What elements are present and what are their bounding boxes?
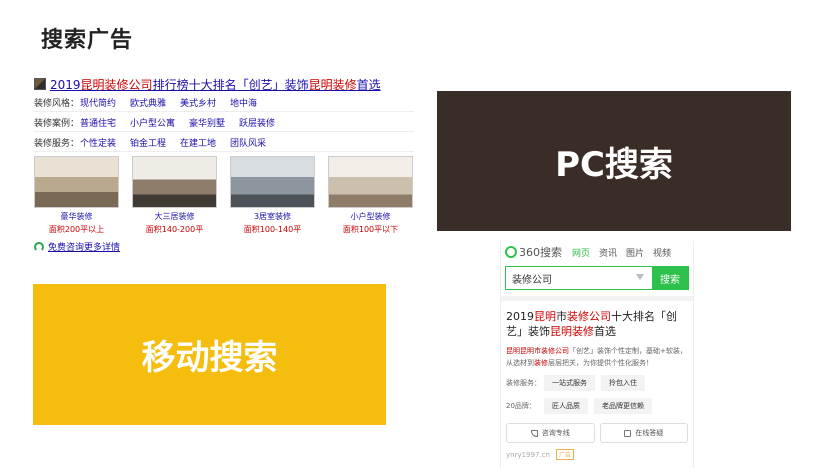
filter-icon[interactable] (636, 274, 644, 280)
consult-row: 免费咨询更多详情 (34, 240, 414, 253)
service-label: 装修服务： (506, 379, 541, 387)
sitelink[interactable]: 普通住宅 (80, 116, 116, 129)
thumbnail-subcaption: 面积200平以上 (48, 225, 105, 234)
thumbnail-card[interactable]: 3居室装修 面积100-140平 (230, 156, 315, 235)
mobile-logo[interactable]: 360搜索 (505, 244, 562, 260)
sitelink[interactable]: 欧式典雅 (130, 96, 166, 109)
service-chip-row: 装修服务： 一站式服务 拎包入住 (506, 374, 688, 392)
ad-badge: 广告 (555, 449, 574, 460)
sitelink[interactable]: 美式乡村 (180, 96, 216, 109)
consult-hotline-button[interactable]: 咨询专线 (506, 423, 595, 443)
thumbnail-card[interactable]: 豪华装修 面积200平以上 (34, 156, 119, 235)
tab-web[interactable]: 网页 (572, 246, 590, 259)
mobile-search-input[interactable]: 装修公司 (506, 267, 652, 289)
thumbnail-image[interactable] (328, 156, 413, 208)
mobile-search-label: 移动搜索 (33, 284, 386, 425)
result-url: ynry1997.cn (506, 450, 550, 459)
sitelink[interactable]: 铂金工程 (130, 136, 166, 149)
sitelink[interactable]: 现代简约 (80, 96, 116, 109)
thumbnail-image[interactable] (132, 156, 217, 208)
mobile-result-title[interactable]: 2019昆明市装修公司十大排名「创艺」装饰昆明装修首选 (506, 309, 688, 339)
button-label: 在线答疑 (635, 429, 664, 437)
pc-search-result: 2019昆明装修公司排行榜十大排名「创艺」装饰昆明装修首选 装修风格： 现代简约… (34, 76, 414, 256)
pc-search-label: PC搜索 (437, 91, 791, 231)
thumbnail-card[interactable]: 大三居装修 面积140-200平 (132, 156, 217, 235)
mobile-search-bar: 装修公司 搜索 (505, 266, 689, 290)
thumbnail-subcaption: 面积100-140平 (243, 225, 302, 234)
sitelink-row-label: 装修服务： (34, 139, 80, 149)
headset-icon (34, 241, 44, 252)
thumbnail-image[interactable] (34, 156, 119, 208)
mobile-search-button[interactable]: 搜索 (652, 267, 688, 289)
tab-video[interactable]: 视频 (653, 246, 671, 259)
site-favicon-icon (34, 78, 46, 90)
sitelink-row-label: 装修风格： (34, 99, 80, 109)
sitelink[interactable]: 地中海 (230, 96, 257, 109)
mobile-nav: 360搜索 网页 资讯 图片 视频 (501, 241, 693, 263)
pc-sitelink-row-service: 装修服务： 个性定装 铂金工程 在建工地 团队风采 (34, 134, 414, 152)
tab-images[interactable]: 图片 (626, 246, 644, 259)
sitelink[interactable]: 小户型公寓 (130, 116, 175, 129)
search-query-text: 装修公司 (512, 274, 552, 286)
consult-link[interactable]: 免费咨询更多详情 (48, 240, 120, 253)
logo-text: 360搜索 (519, 246, 562, 259)
pc-thumbnail-row: 豪华装修 面积200平以上 大三居装修 面积140-200平 3居室装修 面积1… (34, 156, 414, 235)
service-chip[interactable]: 一站式服务 (544, 375, 595, 391)
brand-label: 20品牌： (506, 402, 536, 410)
thumbnail-card[interactable]: 小户型装修 面积100平以下 (328, 156, 413, 235)
360-logo-icon (505, 246, 517, 258)
page-title: 搜索广告 (41, 28, 134, 53)
pc-sitelink-row-case: 装修案例： 普通住宅 小户型公寓 豪华别墅 跃层装修 (34, 114, 414, 132)
sitelink[interactable]: 个性定装 (80, 136, 116, 149)
mobile-result-description: 昆明昆明市装修公司「创艺」装饰个性定制，基础+软装，从选材到装修层层把关，为你提… (506, 347, 687, 367)
thumbnail-caption[interactable]: 小户型装修 (328, 211, 413, 222)
pc-result-title-link[interactable]: 2019昆明装修公司排行榜十大排名「创艺」装饰昆明装修首选 (50, 76, 381, 93)
thumbnail-caption[interactable]: 3居室装修 (230, 211, 315, 222)
thumbnail-caption[interactable]: 大三居装修 (132, 211, 217, 222)
button-label: 咨询专线 (541, 429, 570, 437)
online-qa-button[interactable]: 在线答疑 (599, 423, 688, 443)
mobile-result-footer: ynry1997.cn 广告 (506, 449, 688, 460)
thumbnail-image[interactable] (230, 156, 315, 208)
thumbnail-subcaption: 面积100平以下 (342, 225, 399, 234)
tab-news[interactable]: 资讯 (599, 246, 617, 259)
sitelink-row-label: 装修案例： (34, 119, 80, 129)
sitelink[interactable]: 团队风采 (230, 136, 266, 149)
thumbnail-subcaption: 面积140-200平 (145, 225, 204, 234)
pc-sitelink-row-style: 装修风格： 现代简约 欧式典雅 美式乡村 地中海 (34, 94, 414, 112)
service-chip[interactable]: 拎包入住 (601, 375, 645, 391)
brand-chip-row: 20品牌： 匠人品质 老品牌更信赖 (506, 397, 688, 415)
brand-chip[interactable]: 老品牌更信赖 (594, 398, 652, 414)
divider (501, 296, 693, 301)
thumbnail-caption[interactable]: 豪华装修 (34, 211, 119, 222)
sitelink[interactable]: 在建工地 (180, 136, 216, 149)
chat-icon (624, 429, 632, 437)
sitelink[interactable]: 豪华别墅 (189, 116, 225, 129)
sitelink[interactable]: 跃层装修 (239, 116, 275, 129)
mobile-search-screen: 360搜索 网页 资讯 图片 视频 装修公司 搜索 2019昆明市装修公司十大排… (500, 241, 694, 468)
pc-result-title-row: 2019昆明装修公司排行榜十大排名「创艺」装饰昆明装修首选 (34, 76, 414, 92)
phone-icon (530, 429, 538, 437)
brand-chip[interactable]: 匠人品质 (544, 398, 588, 414)
mobile-action-buttons: 咨询专线 在线答疑 (506, 423, 688, 443)
